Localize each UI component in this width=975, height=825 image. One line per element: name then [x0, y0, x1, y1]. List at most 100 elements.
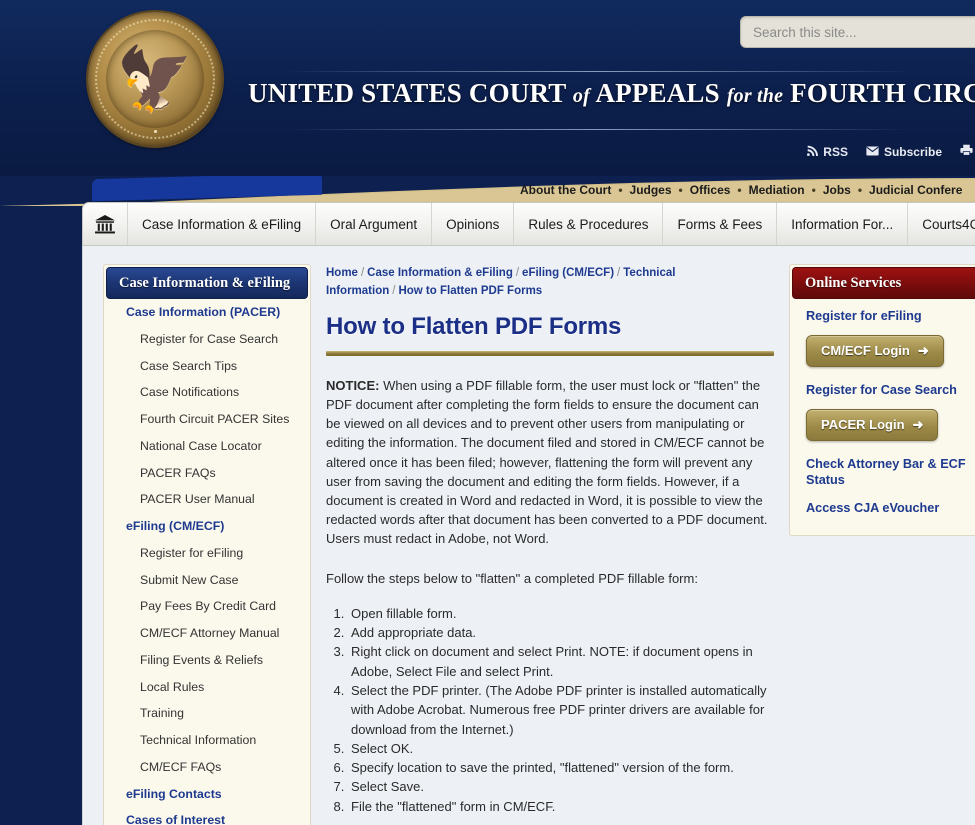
- top-nav-item-jobs[interactable]: Jobs: [823, 183, 851, 197]
- online-services-link-register-for-case-search[interactable]: Register for Case Search: [790, 373, 975, 401]
- sidebar-item-efiling-cm-ecf[interactable]: eFiling (CM/ECF): [104, 513, 310, 540]
- breadcrumb-item-2[interactable]: eFiling (CM/ECF): [522, 267, 614, 279]
- nav-tab-case-information-efiling[interactable]: Case Information & eFiling: [128, 203, 317, 245]
- steps-list: Open fillable form.Add appropriate data.…: [326, 604, 774, 816]
- online-services-list: Register for eFiling CM/ECF Login ➜ Registe…: [790, 299, 975, 519]
- list-item: Register for eFiling: [104, 540, 310, 567]
- court-title-of: of: [572, 85, 590, 107]
- step-item-7: Select Save.: [348, 777, 774, 796]
- court-title-forthe: for the: [726, 85, 784, 107]
- nav-tab-oral-argument[interactable]: Oral Argument: [316, 203, 433, 245]
- rss-label: RSS: [823, 144, 848, 159]
- sidebar-item-training[interactable]: Training: [104, 700, 310, 727]
- step-item-6: Specify location to save the printed, "f…: [348, 758, 774, 777]
- nav-tab-rules-procedures[interactable]: Rules & Procedures: [514, 203, 664, 245]
- sidebar-item-filing-events-reliefs[interactable]: Filing Events & Reliefs: [104, 647, 310, 674]
- site-header: 🦅 UNITED STATES COURT of APPEALS for the…: [0, 0, 975, 176]
- top-nav-item-mediation[interactable]: Mediation: [749, 183, 805, 197]
- top-nav-item-offices[interactable]: Offices: [690, 183, 731, 197]
- sidebar-item-case-search-tips[interactable]: Case Search Tips: [104, 353, 310, 380]
- list-item: PACER User Manual: [104, 486, 310, 513]
- sidebar-item-register-for-case-search[interactable]: Register for Case Search: [104, 326, 310, 353]
- left-sidebar-menu: Case Information (PACER) Register for Cas…: [104, 299, 310, 825]
- nav-home-button[interactable]: [83, 203, 128, 245]
- sidebar-item-fourth-circuit-pacer-sites[interactable]: Fourth Circuit PACER Sites: [104, 406, 310, 433]
- sidebar-item-register-for-efiling[interactable]: Register for eFiling: [104, 540, 310, 567]
- court-seal-icon: 🦅: [88, 12, 222, 146]
- breadcrumb-item-1[interactable]: Case Information & eFiling: [367, 267, 513, 279]
- step-item-8: File the "flattened" form in CM/ECF.: [348, 797, 774, 816]
- sidebar-item-efiling-contacts[interactable]: eFiling Contacts: [104, 781, 310, 808]
- title-divider: [326, 350, 774, 356]
- breadcrumb-separator: /: [515, 267, 520, 279]
- header-rule-bottom: [283, 129, 913, 130]
- sidebar-item-case-notifications[interactable]: Case Notifications: [104, 379, 310, 406]
- search-box[interactable]: [740, 16, 975, 48]
- subscribe-label: Subscribe: [883, 144, 942, 159]
- list-item: Case Information (PACER): [104, 299, 310, 326]
- step-item-5: Select OK.: [348, 739, 774, 758]
- page-title-banner: UNITED STATES COURT of APPEALS for the F…: [248, 78, 975, 109]
- list-item: Local Rules: [104, 674, 310, 701]
- sidebar-item-pacer-faqs[interactable]: PACER FAQs: [104, 460, 310, 487]
- list-item: Training: [104, 700, 310, 727]
- top-nav-separator: •: [811, 183, 816, 197]
- left-sidebar-heading: Case Information & eFiling: [106, 267, 308, 299]
- nav-tab-information-for[interactable]: Information For...: [777, 203, 909, 245]
- subscribe-link[interactable]: Subscribe: [866, 145, 942, 159]
- print-link[interactable]: [960, 144, 975, 159]
- court-title-part3: FOURTH CIRCUIT: [790, 78, 975, 108]
- online-services-link-check-attorney-bar-ecf-status[interactable]: Check Attorney Bar & ECF Status: [790, 447, 975, 492]
- step-item-3: Right click on document and select Print…: [348, 642, 774, 681]
- main-column: Home / Case Information & eFiling / eFiling …: [326, 264, 774, 816]
- list-item: National Case Locator: [104, 433, 310, 460]
- sidebar-item-pay-fees-by-credit-card[interactable]: Pay Fees By Credit Card: [104, 593, 310, 620]
- court-title-part2: APPEALS: [595, 78, 720, 108]
- top-nav-item-about-the-court[interactable]: About the Court: [520, 183, 611, 197]
- step-item-1: Open fillable form.: [348, 604, 774, 623]
- header-rule-top: [283, 71, 913, 72]
- courthouse-icon: [95, 214, 115, 233]
- seal-bottom-dot: [153, 130, 157, 133]
- court-title-part1: UNITED STATES COURT: [248, 78, 566, 108]
- online-services-link-register-for-efiling[interactable]: Register for eFiling: [790, 299, 975, 327]
- online-services-button-pacer-login[interactable]: PACER Login ➜: [806, 408, 939, 441]
- breadcrumb-separator: /: [360, 267, 365, 279]
- top-nav-item-judges[interactable]: Judges: [630, 183, 672, 197]
- list-item: Register for Case Search: [104, 326, 310, 353]
- main-navigation: Case Information & eFiling Oral Argument…: [82, 202, 975, 246]
- list-item: Submit New Case: [104, 567, 310, 594]
- court-website-page: 🦅 UNITED STATES COURT of APPEALS for the…: [0, 0, 975, 825]
- online-services-link-access-cja-evoucher[interactable]: Access CJA eVoucher: [790, 491, 975, 519]
- sidebar-item-cm-ecf-attorney-manual[interactable]: CM/ECF Attorney Manual: [104, 620, 310, 647]
- content-area: Case Information & eFiling Case Informat…: [82, 246, 975, 825]
- breadcrumb-item-0[interactable]: Home: [326, 267, 358, 279]
- button-label: PACER Login: [821, 417, 905, 433]
- sidebar-item-submit-new-case[interactable]: Submit New Case: [104, 567, 310, 594]
- nav-tab-forms-fees[interactable]: Forms & Fees: [663, 203, 778, 245]
- seal-inner-disc: 🦅: [106, 30, 204, 128]
- right-sidebar-heading: Online Services: [792, 267, 975, 299]
- online-services-button-cm-ecf-login[interactable]: CM/ECF Login ➜: [806, 334, 944, 367]
- top-nav-item-judicial-confere[interactable]: Judicial Confere: [869, 183, 962, 197]
- sidebar-item-local-rules[interactable]: Local Rules: [104, 674, 310, 701]
- sidebar-item-case-information-pacer[interactable]: Case Information (PACER): [104, 299, 310, 326]
- sidebar-item-technical-information[interactable]: Technical Information: [104, 727, 310, 754]
- sidebar-item-cases-of-interest[interactable]: Cases of Interest: [104, 807, 310, 825]
- list-item: Pay Fees By Credit Card: [104, 593, 310, 620]
- sidebar-item-national-case-locator[interactable]: National Case Locator: [104, 433, 310, 460]
- sidebar-item-pacer-user-manual[interactable]: PACER User Manual: [104, 486, 310, 513]
- list-item: PACER FAQs: [104, 460, 310, 487]
- list-item: Filing Events & Reliefs: [104, 647, 310, 674]
- intro-paragraph: Follow the steps below to "flatten" a co…: [326, 570, 698, 586]
- search-input[interactable]: [741, 17, 975, 47]
- utility-links: RSS Subscribe: [807, 144, 975, 159]
- list-item: Technical Information: [104, 727, 310, 754]
- sidebar-item-cm-ecf-faqs[interactable]: CM/ECF FAQs: [104, 754, 310, 781]
- nav-tab-opinions[interactable]: Opinions: [432, 203, 515, 245]
- arrow-right-icon: ➜: [912, 416, 924, 432]
- rss-link[interactable]: RSS: [807, 145, 848, 159]
- top-nav-separator: •: [857, 183, 863, 197]
- top-nav-separator: •: [618, 183, 623, 197]
- nav-tab-courts4civics[interactable]: Courts4Civics: [908, 203, 975, 245]
